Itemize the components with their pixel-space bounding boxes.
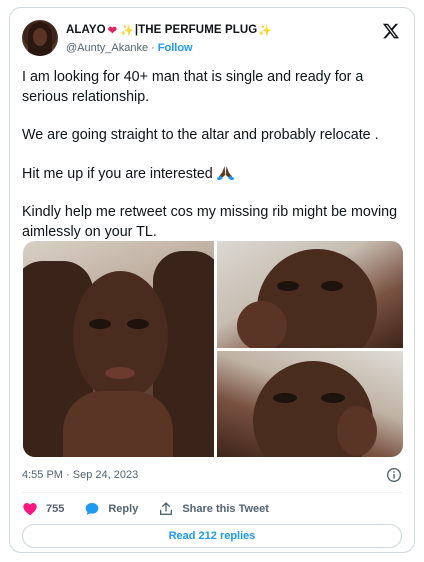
tweet-paragraph-text: Hit me up if you are interested xyxy=(22,165,213,182)
speech-bubble-icon xyxy=(86,503,99,515)
timestamp[interactable]: 4:55 PM · Sep 24, 2023 xyxy=(22,469,138,481)
display-name-suffix: |THE PERFUME PLUG xyxy=(134,24,258,36)
display-name-text: ALAYO xyxy=(66,24,106,36)
tweet-paragraph: I am looking for 40+ man that is single … xyxy=(22,69,364,105)
photo-1[interactable] xyxy=(23,241,214,457)
display-name[interactable]: ALAYO ❤ ✨ |THE PERFUME PLUG ✨ xyxy=(66,21,273,39)
like-count: 755 xyxy=(46,503,65,515)
sparkles-emoji-icon: ✨ xyxy=(258,24,273,37)
tweet-header: ALAYO ❤ ✨ |THE PERFUME PLUG ✨ @Aunty_Aka… xyxy=(22,20,402,60)
tweet-paragraph: We are going straight to the altar and p… xyxy=(22,127,379,143)
follow-button[interactable]: Follow xyxy=(158,42,193,54)
photo-3[interactable] xyxy=(217,351,403,457)
avatar[interactable] xyxy=(22,20,58,56)
tweet-paragraph: Hit me up if you are interested xyxy=(22,165,406,185)
folded-hands-emoji-icon xyxy=(216,165,234,180)
media-grid xyxy=(23,241,403,457)
share-label: Share this Tweet xyxy=(182,503,269,515)
tweet-text: I am looking for 40+ man that is single … xyxy=(22,68,406,261)
heart-icon xyxy=(23,503,37,516)
reply-button[interactable]: Reply xyxy=(84,501,138,517)
photo-2[interactable] xyxy=(217,241,403,348)
like-button[interactable]: 755 xyxy=(22,501,64,517)
info-icon[interactable] xyxy=(386,467,402,483)
divider xyxy=(22,492,402,493)
action-bar: 755 Reply Share this Tweet xyxy=(22,497,402,521)
read-replies-button[interactable]: Read 212 replies xyxy=(22,524,402,548)
x-logo-icon[interactable] xyxy=(382,22,400,40)
tweet-paragraph: Kindly help me retweet cos my missing ri… xyxy=(22,204,398,240)
handle-row: @Aunty_Akanke · Follow xyxy=(66,40,273,56)
tweet-meta: 4:55 PM · Sep 24, 2023 xyxy=(22,467,402,485)
separator-dot: · xyxy=(151,42,155,54)
share-arrow-icon xyxy=(160,502,173,515)
tweet-card: ALAYO ❤ ✨ |THE PERFUME PLUG ✨ @Aunty_Aka… xyxy=(9,7,415,553)
reply-label: Reply xyxy=(108,503,139,515)
share-button[interactable]: Share this Tweet xyxy=(158,501,269,517)
sparkles-emoji-icon: ✨ xyxy=(120,24,134,37)
user-info: ALAYO ❤ ✨ |THE PERFUME PLUG ✨ @Aunty_Aka… xyxy=(66,21,273,56)
red-heart-emoji-icon: ❤ xyxy=(107,24,118,37)
user-handle[interactable]: @Aunty_Akanke xyxy=(66,42,148,54)
